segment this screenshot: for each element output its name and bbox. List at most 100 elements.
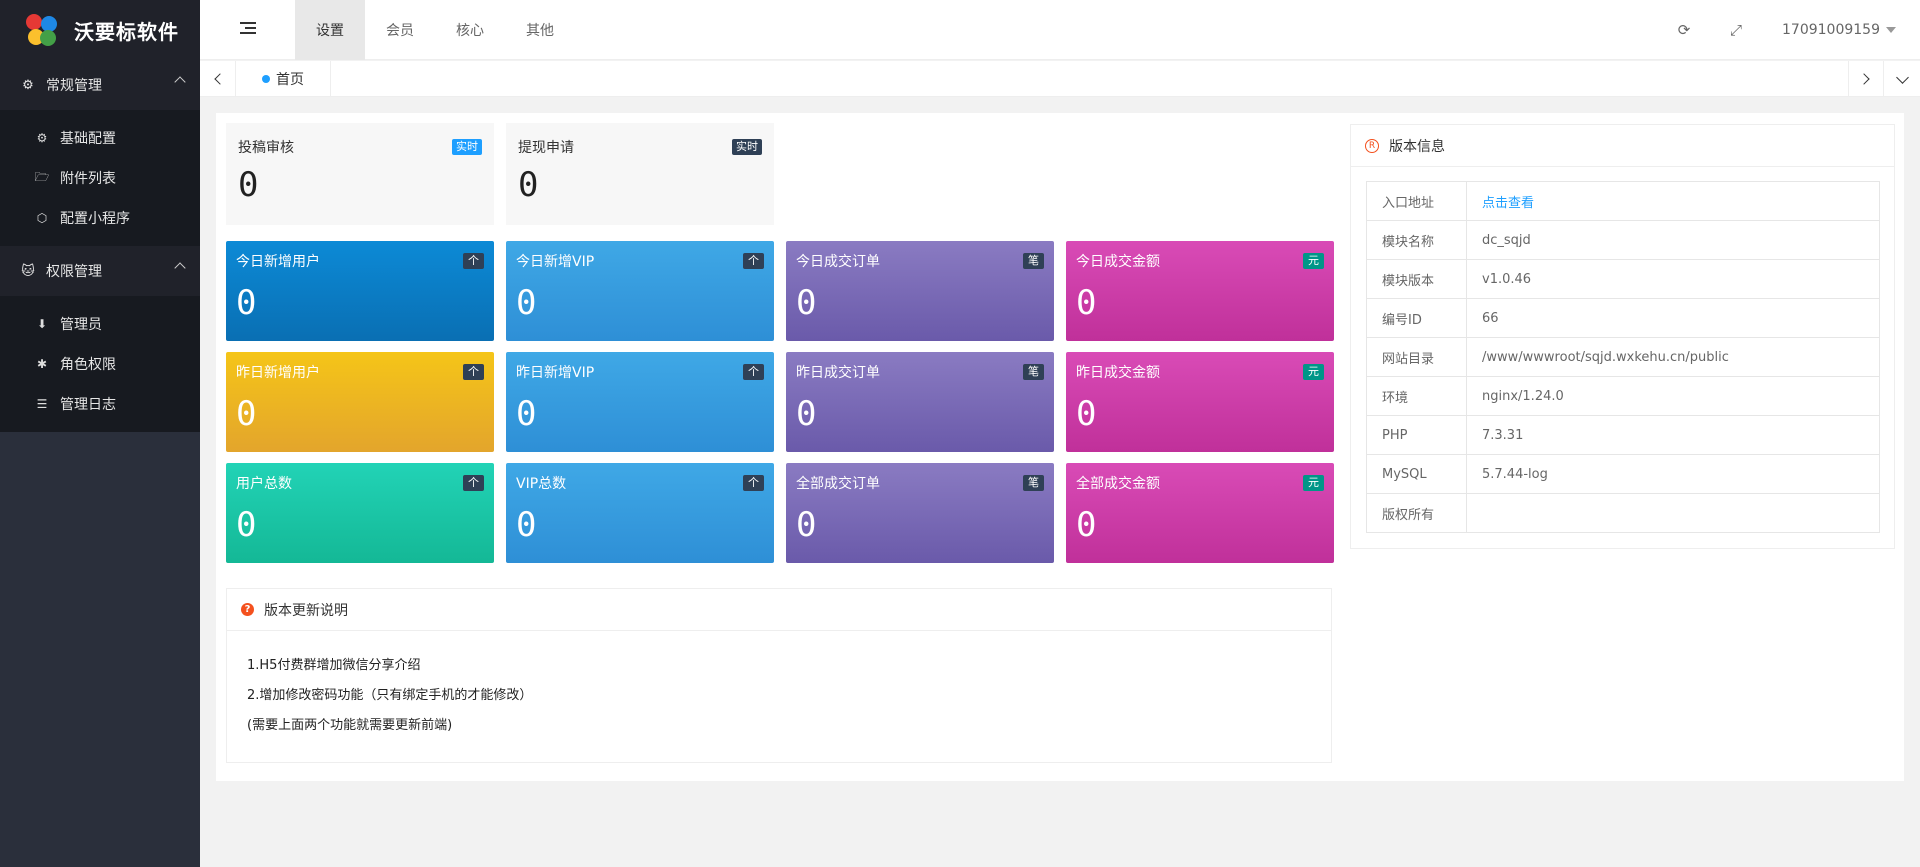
stat-tile-value: 0 [796, 394, 817, 434]
version-info-title: 版本信息 [1389, 138, 1445, 155]
info-key: 模块版本 [1366, 259, 1467, 299]
refresh-icon[interactable]: ⟳ [1658, 21, 1710, 39]
stat-tile[interactable]: 全部成交订单 笔 0 [786, 463, 1054, 563]
stat-tile-label: 今日新增用户 [236, 254, 320, 270]
unit-badge: 笔 [1023, 364, 1044, 380]
brand-title: 沃要标软件 [74, 19, 179, 44]
stat-tile[interactable]: 今日成交订单 笔 0 [786, 241, 1054, 341]
entry-link[interactable]: 点击查看 [1482, 196, 1534, 211]
summary-card-label: 提现申请 [518, 140, 574, 156]
stat-tile-value: 0 [516, 505, 537, 545]
tab-other[interactable]: 其他 [505, 0, 575, 60]
info-value: nginx/1.24.0 [1466, 376, 1880, 416]
info-value: 5.7.44-log [1466, 454, 1880, 494]
stat-tile[interactable]: 用户总数 个 0 [226, 463, 494, 563]
unit-badge: 笔 [1023, 475, 1044, 491]
chevron-right-icon [1858, 73, 1870, 85]
unit-badge: 元 [1303, 475, 1324, 491]
stat-tile-label: 昨日成交金额 [1076, 365, 1160, 381]
summary-card-value: 0 [238, 165, 259, 205]
table-row: PHP 7.3.31 [1366, 415, 1880, 455]
tab-scroll-right-button[interactable] [1848, 61, 1884, 97]
table-row: 版权所有 [1366, 493, 1880, 533]
chevron-left-icon [213, 73, 226, 85]
update-note-line: 1.H5付费群增加微信分享介绍 [247, 658, 421, 673]
update-notes-panel: ? 版本更新说明 1.H5付费群增加微信分享介绍 2.增加修改密码功能（只有绑定… [226, 588, 1332, 763]
sidebar-item-basic-config[interactable]: ⚙ 基础配置 [0, 118, 200, 158]
tab-home-label: 首页 [276, 72, 304, 88]
tab-core[interactable]: 核心 [435, 0, 505, 60]
gear-icon: ⚙ [36, 131, 48, 145]
summary-card-review[interactable]: 投稿审核 实时 0 [226, 123, 494, 225]
tab-home[interactable]: 首页 [236, 61, 331, 97]
info-key: 环境 [1366, 376, 1467, 416]
stat-tile[interactable]: VIP总数 个 0 [506, 463, 774, 563]
unit-badge: 元 [1303, 253, 1324, 269]
info-value: 66 [1466, 298, 1880, 338]
table-row: 环境 nginx/1.24.0 [1366, 376, 1880, 416]
stat-tile-value: 0 [796, 283, 817, 323]
page-tabbar: 首页 [200, 61, 1920, 97]
sidebar-item-admins[interactable]: ⬇ 管理员 [0, 304, 200, 344]
stat-tile[interactable]: 昨日新增用户 个 0 [226, 352, 494, 452]
version-info-table: 入口地址 点击查看 模块名称 dc_sqjd 模块版本 v1.0.46 编号ID… [1366, 181, 1880, 533]
cat-icon: 🐱 [21, 263, 35, 279]
download-circle-icon: ⬇ [36, 317, 48, 331]
dashboard-content: 投稿审核 实时 0 提现申请 实时 0 今日新增用户 个 0 今日新增VIP 个… [216, 113, 1904, 781]
stat-tile[interactable]: 今日成交金额 元 0 [1066, 241, 1334, 341]
tab-scroll-left-button[interactable] [200, 61, 236, 97]
bug-icon: ✱ [36, 357, 48, 371]
stat-tile-value: 0 [516, 394, 537, 434]
cube-icon: ⬡ [36, 211, 48, 225]
logo[interactable]: 沃要标软件 [0, 0, 200, 60]
folder-icon: 🗁 [34, 169, 50, 184]
table-row: 网站目录 /www/wwwroot/sqjd.wxkehu.cn/public [1366, 337, 1880, 377]
tab-menu-button[interactable] [1884, 61, 1920, 97]
tab-settings[interactable]: 设置 [295, 0, 365, 60]
stat-tile-label: 昨日新增VIP [516, 365, 595, 381]
menu-toggle-icon[interactable] [240, 22, 256, 36]
sidebar-group-permissions[interactable]: 🐱 权限管理 [0, 246, 200, 296]
update-note-line: (需要上面两个功能就需要更新前端) [247, 718, 453, 733]
sidebar-item-label: 基础配置 [60, 131, 116, 147]
sidebar-item-miniprogram[interactable]: ⬡ 配置小程序 [0, 198, 200, 238]
tab-members[interactable]: 会员 [365, 0, 435, 60]
unit-badge: 个 [463, 253, 484, 269]
sidebar-item-attachments[interactable]: 🗁 附件列表 [0, 158, 200, 198]
version-info-panel: R 版本信息 入口地址 点击查看 模块名称 dc_sqjd 模块版本 v1.0.… [1350, 124, 1895, 549]
summary-card-label: 投稿审核 [238, 140, 294, 156]
chevron-up-icon [174, 76, 186, 88]
chevron-down-icon [1895, 70, 1909, 84]
stat-tile[interactable]: 全部成交金额 元 0 [1066, 463, 1334, 563]
stat-tile-value: 0 [236, 283, 257, 323]
stat-tile-value: 0 [1076, 394, 1097, 434]
unit-badge: 元 [1303, 364, 1324, 380]
stat-tile[interactable]: 今日新增VIP 个 0 [506, 241, 774, 341]
stat-tile[interactable]: 昨日成交金额 元 0 [1066, 352, 1334, 452]
stat-tile[interactable]: 昨日成交订单 笔 0 [786, 352, 1054, 452]
info-value [1466, 493, 1880, 533]
sidebar-item-logs[interactable]: ☰ 管理日志 [0, 384, 200, 424]
stat-tile-label: 全部成交金额 [1076, 476, 1160, 492]
sidebar-group-general[interactable]: ⚙ 常规管理 [0, 60, 200, 110]
active-dot-icon [262, 75, 270, 83]
user-menu[interactable]: 17091009159 [1782, 22, 1896, 38]
sidebar-item-roles[interactable]: ✱ 角色权限 [0, 344, 200, 384]
stat-tile[interactable]: 昨日新增VIP 个 0 [506, 352, 774, 452]
gear-icon: ⚙ [22, 77, 34, 93]
stat-tile-label: 昨日新增用户 [236, 365, 320, 381]
info-key: 网站目录 [1366, 337, 1467, 377]
info-value: dc_sqjd [1466, 220, 1880, 260]
fullscreen-icon[interactable]: ⤢ [1710, 21, 1762, 39]
summary-card-withdraw[interactable]: 提现申请 实时 0 [506, 123, 774, 225]
header-actions: ⟳ ⤢ 17091009159 [1658, 0, 1920, 60]
sidebar-group-label: 常规管理 [46, 78, 102, 94]
info-value: 点击查看 [1466, 181, 1880, 221]
info-key: PHP [1366, 415, 1467, 455]
stat-tile[interactable]: 今日新增用户 个 0 [226, 241, 494, 341]
unit-badge: 个 [463, 364, 484, 380]
sidebar-item-label: 附件列表 [60, 171, 116, 187]
status-badge: 实时 [452, 139, 482, 155]
unit-badge: 个 [743, 475, 764, 491]
sidebar-item-label: 配置小程序 [60, 211, 130, 227]
